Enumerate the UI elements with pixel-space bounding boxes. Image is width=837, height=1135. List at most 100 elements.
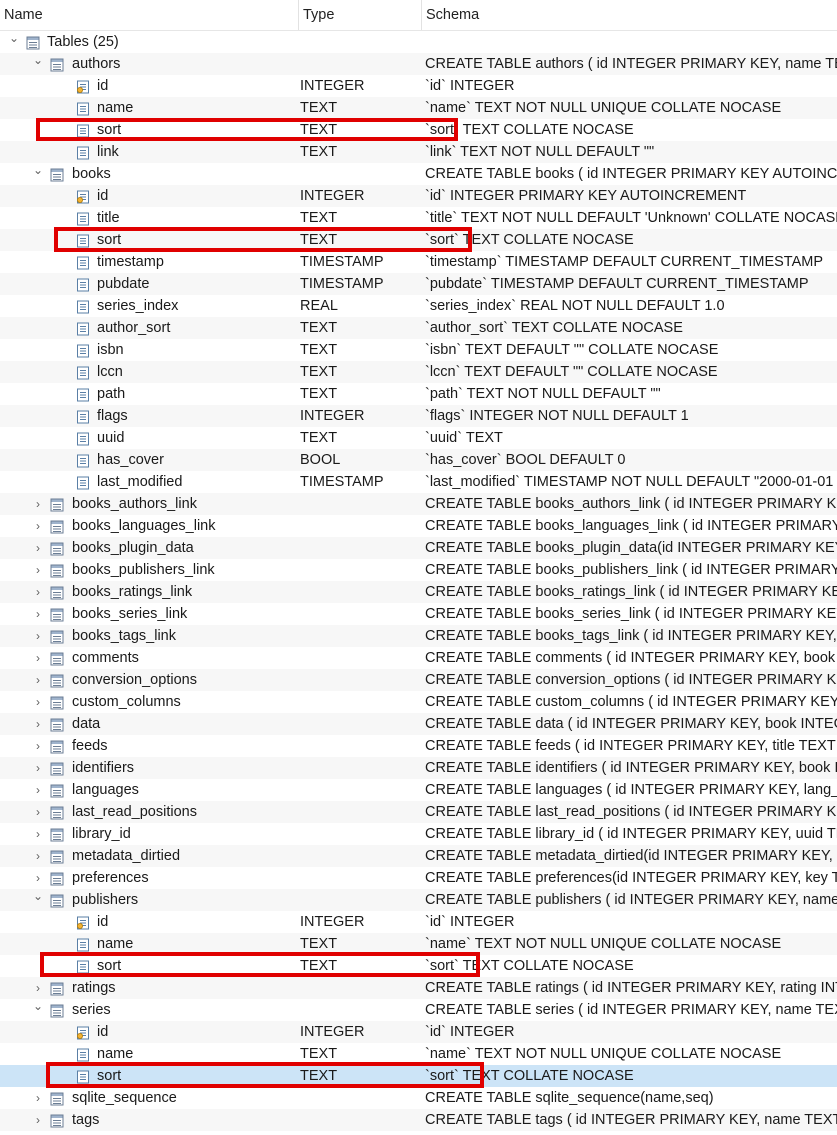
node-type xyxy=(300,977,420,999)
table-icon xyxy=(50,981,64,996)
table-node-library-id[interactable]: › library_id CREATE TABLE library_id ( id … xyxy=(0,823,837,845)
chevron-right-icon[interactable]: › xyxy=(32,1087,44,1109)
chevron-right-icon[interactable]: › xyxy=(32,713,44,735)
chevron-right-icon[interactable]: › xyxy=(32,603,44,625)
node-schema: CREATE TABLE books_authors_link ( id INT… xyxy=(425,496,837,512)
column-node-sort[interactable]: sort TEXT `sort` TEXT COLLATE NOCASE xyxy=(0,1065,837,1087)
column-node-flags[interactable]: flags INTEGER `flags` INTEGER NOT NULL DEF… xyxy=(0,405,837,427)
chevron-right-icon[interactable]: › xyxy=(32,757,44,779)
chevron-right-icon[interactable]: › xyxy=(32,977,44,999)
table-node-books-languages-link[interactable]: › books_languages_link CREATE TABLE books_… xyxy=(0,515,837,537)
chevron-right-icon[interactable]: › xyxy=(32,735,44,757)
field-icon xyxy=(76,321,90,336)
node-schema: CREATE TABLE publishers ( id INTEGER PRI… xyxy=(425,892,837,908)
node-name: identifiers xyxy=(72,760,135,776)
chevron-down-icon[interactable]: ⌄ xyxy=(8,31,20,53)
chevron-right-icon[interactable]: › xyxy=(32,867,44,889)
chevron-right-icon[interactable]: › xyxy=(32,669,44,691)
tables-group-tables-25-[interactable]: ⌄ Tables (25) xyxy=(0,31,837,53)
chevron-right-icon[interactable]: › xyxy=(32,801,44,823)
chevron-right-icon[interactable]: › xyxy=(32,537,44,559)
column-node-has-cover[interactable]: has_cover BOOL `has_cover` BOOL DEFAULT 0 xyxy=(0,449,837,471)
chevron-down-icon[interactable]: ⌄ xyxy=(32,163,44,185)
chevron-right-icon[interactable]: › xyxy=(32,625,44,647)
node-schema: `name` TEXT NOT NULL UNIQUE COLLATE NOCA… xyxy=(425,1046,782,1062)
column-node-link[interactable]: link TEXT `link` TEXT NOT NULL DEFAULT "" xyxy=(0,141,837,163)
node-schema: `isbn` TEXT DEFAULT "" COLLATE NOCASE xyxy=(425,342,719,358)
column-node-path[interactable]: path TEXT `path` TEXT NOT NULL DEFAULT "" xyxy=(0,383,837,405)
column-node-pubdate[interactable]: pubdate TIMESTAMP `pubdate` TIMESTAMP DEFA… xyxy=(0,273,837,295)
node-type xyxy=(300,823,420,845)
node-type: TEXT xyxy=(300,958,338,974)
chevron-right-icon[interactable]: › xyxy=(32,515,44,537)
column-node-id[interactable]: id INTEGER `id` INTEGER xyxy=(0,1021,837,1043)
column-node-name[interactable]: name TEXT `name` TEXT NOT NULL UNIQUE COLL… xyxy=(0,1043,837,1065)
table-node-last-read-positions[interactable]: › last_read_positions CREATE TABLE last_re… xyxy=(0,801,837,823)
chevron-right-icon[interactable]: › xyxy=(32,559,44,581)
table-node-books-plugin-data[interactable]: › books_plugin_data CREATE TABLE books_plu… xyxy=(0,537,837,559)
table-node-conversion-options[interactable]: › conversion_options CREATE TABLE conversi… xyxy=(0,669,837,691)
table-node-books-series-link[interactable]: › books_series_link CREATE TABLE books_ser… xyxy=(0,603,837,625)
column-header-schema[interactable]: Schema xyxy=(421,0,837,30)
chevron-down-icon[interactable]: ⌄ xyxy=(32,889,44,911)
chevron-right-icon[interactable]: › xyxy=(32,647,44,669)
column-header-name[interactable]: Name xyxy=(0,0,300,30)
table-node-sqlite-sequence[interactable]: › sqlite_sequence CREATE TABLE sqlite_sequ… xyxy=(0,1087,837,1109)
field-icon xyxy=(76,409,90,424)
column-node-id[interactable]: id INTEGER `id` INTEGER PRIMARY KEY AUTOIN… xyxy=(0,185,837,207)
column-node-title[interactable]: title TEXT `title` TEXT NOT NULL DEFAULT '… xyxy=(0,207,837,229)
column-node-series-index[interactable]: series_index REAL `series_index` REAL NOT … xyxy=(0,295,837,317)
table-icon xyxy=(50,1113,64,1128)
table-node-tags[interactable]: › tags CREATE TABLE tags ( id INTEGER PRIM… xyxy=(0,1109,837,1131)
table-node-data[interactable]: › data CREATE TABLE data ( id INTEGER PRIM… xyxy=(0,713,837,735)
chevron-right-icon[interactable]: › xyxy=(32,1109,44,1131)
node-schema: `sort` TEXT COLLATE NOCASE xyxy=(425,122,634,138)
table-node-books-authors-link[interactable]: › books_authors_link CREATE TABLE books_au… xyxy=(0,493,837,515)
chevron-right-icon[interactable]: › xyxy=(32,691,44,713)
chevron-right-icon[interactable]: › xyxy=(32,845,44,867)
table-node-metadata-dirtied[interactable]: › metadata_dirtied CREATE TABLE metadata_d… xyxy=(0,845,837,867)
table-node-preferences[interactable]: › preferences CREATE TABLE preferences(id … xyxy=(0,867,837,889)
chevron-right-icon[interactable]: › xyxy=(32,779,44,801)
table-node-series[interactable]: ⌄ series CREATE TABLE series ( id INTEGER … xyxy=(0,999,837,1021)
column-node-uuid[interactable]: uuid TEXT `uuid` TEXT xyxy=(0,427,837,449)
table-node-books-ratings-link[interactable]: › books_ratings_link CREATE TABLE books_ra… xyxy=(0,581,837,603)
column-node-lccn[interactable]: lccn TEXT `lccn` TEXT DEFAULT "" COLLATE N… xyxy=(0,361,837,383)
column-node-sort[interactable]: sort TEXT `sort` TEXT COLLATE NOCASE xyxy=(0,955,837,977)
chevron-right-icon[interactable]: › xyxy=(32,823,44,845)
column-node-id[interactable]: id INTEGER `id` INTEGER xyxy=(0,911,837,933)
node-name: books_tags_link xyxy=(72,628,176,644)
node-type: BOOL xyxy=(300,452,341,468)
chevron-down-icon[interactable]: ⌄ xyxy=(32,999,44,1021)
chevron-right-icon[interactable]: › xyxy=(32,493,44,515)
table-node-books[interactable]: ⌄ books CREATE TABLE books ( id INTEGER PR… xyxy=(0,163,837,185)
table-node-authors[interactable]: ⌄ authors CREATE TABLE authors ( id INTEGE… xyxy=(0,53,837,75)
node-name: name xyxy=(97,100,134,116)
table-node-custom-columns[interactable]: › custom_columns CREATE TABLE custom_colum… xyxy=(0,691,837,713)
table-node-feeds[interactable]: › feeds CREATE TABLE feeds ( id INTEGER PR… xyxy=(0,735,837,757)
column-node-author-sort[interactable]: author_sort TEXT `author_sort` TEXT COLLAT… xyxy=(0,317,837,339)
column-node-isbn[interactable]: isbn TEXT `isbn` TEXT DEFAULT "" COLLATE N… xyxy=(0,339,837,361)
column-node-name[interactable]: name TEXT `name` TEXT NOT NULL UNIQUE COLL… xyxy=(0,933,837,955)
table-node-languages[interactable]: › languages CREATE TABLE languages ( id IN… xyxy=(0,779,837,801)
column-node-id[interactable]: id INTEGER `id` INTEGER xyxy=(0,75,837,97)
chevron-right-icon[interactable]: › xyxy=(32,581,44,603)
field-icon xyxy=(76,959,90,974)
column-node-sort[interactable]: sort TEXT `sort` TEXT COLLATE NOCASE xyxy=(0,119,837,141)
table-node-ratings[interactable]: › ratings CREATE TABLE ratings ( id INTEGE… xyxy=(0,977,837,999)
column-node-name[interactable]: name TEXT `name` TEXT NOT NULL UNIQUE COLL… xyxy=(0,97,837,119)
node-name: books_ratings_link xyxy=(72,584,193,600)
chevron-down-icon[interactable]: ⌄ xyxy=(32,53,44,75)
table-node-identifiers[interactable]: › identifiers CREATE TABLE identifiers ( i… xyxy=(0,757,837,779)
table-node-books-publishers-link[interactable]: › books_publishers_link CREATE TABLE books… xyxy=(0,559,837,581)
column-node-last-modified[interactable]: last_modified TIMESTAMP `last_modified` TI… xyxy=(0,471,837,493)
column-header-type[interactable]: Type xyxy=(298,0,423,30)
table-icon xyxy=(50,695,64,710)
node-schema: `id` INTEGER xyxy=(425,1024,515,1040)
table-node-publishers[interactable]: ⌄ publishers CREATE TABLE publishers ( id … xyxy=(0,889,837,911)
column-node-timestamp[interactable]: timestamp TIMESTAMP `timestamp` TIMESTAMP … xyxy=(0,251,837,273)
table-node-books-tags-link[interactable]: › books_tags_link CREATE TABLE books_tags_… xyxy=(0,625,837,647)
table-node-comments[interactable]: › comments CREATE TABLE comments ( id INTE… xyxy=(0,647,837,669)
column-node-sort[interactable]: sort TEXT `sort` TEXT COLLATE NOCASE xyxy=(0,229,837,251)
node-schema: `flags` INTEGER NOT NULL DEFAULT 1 xyxy=(425,408,689,424)
